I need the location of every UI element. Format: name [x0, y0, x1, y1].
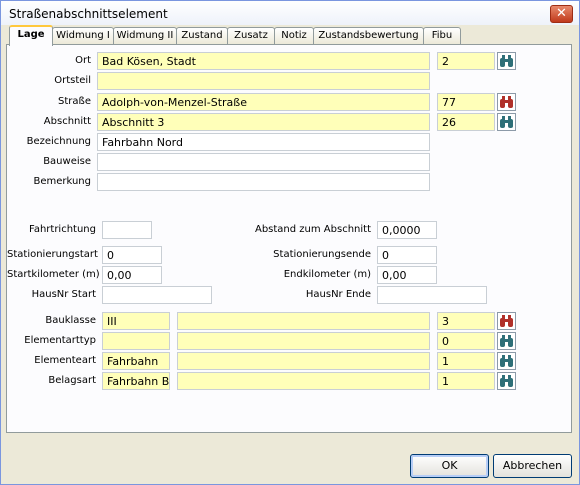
ortsteil-field[interactable] [97, 72, 430, 90]
bezeichnung-label: Bezeichnung [26, 136, 91, 147]
binoculars-red-icon [500, 96, 513, 108]
binoculars-icon [500, 116, 513, 128]
binoculars-icon [500, 55, 513, 67]
abstand-label: Abstand zum Abschnitt [254, 224, 371, 235]
bauklasse-lookup-button[interactable] [497, 312, 516, 330]
elementarttyp-text-field[interactable] [177, 332, 430, 350]
belagsart-code-field[interactable]: 1 [437, 372, 495, 390]
startkilometer-label: Startkilometer (m) [7, 269, 100, 280]
elementeart-label: Elementeart [34, 355, 96, 366]
hausnr-ende-field[interactable] [377, 286, 487, 304]
tab-lage[interactable]: Lage [9, 25, 53, 46]
fahrtrichtung-label: Fahrtrichtung [28, 224, 96, 235]
ort-code-field[interactable]: 2 [437, 52, 495, 70]
binoculars-icon [500, 335, 513, 347]
strasse-field[interactable]: Adolph-von-Menzel-Straße [97, 93, 430, 111]
tab-widmung-1[interactable]: Widmung I [52, 27, 114, 44]
ort-field[interactable]: Bad Kösen, Stadt [97, 52, 430, 70]
abschnitt-label: Abschnitt [43, 116, 91, 127]
bauklasse-field[interactable]: III [102, 312, 170, 330]
bezeichnung-field[interactable]: Fahrbahn Nord [97, 133, 430, 151]
tab-fibu[interactable]: Fibu [423, 27, 461, 44]
abschnitt-code-field[interactable]: 26 [437, 113, 495, 131]
bauklasse-code-field[interactable]: 3 [437, 312, 495, 330]
hausnr-start-label: HausNr Start [31, 289, 96, 300]
ortsteil-label: Ortsteil [54, 75, 91, 86]
hausnr-start-field[interactable] [102, 286, 212, 304]
bemerkung-field[interactable] [97, 173, 430, 191]
belagsart-field[interactable]: Fahrbahn Bet [102, 372, 170, 390]
endkilometer-field[interactable]: 0,00 [377, 266, 437, 284]
elementarttyp-field[interactable] [102, 332, 170, 350]
stationierungsende-label: Stationierungsende [273, 249, 371, 260]
bauweise-field[interactable] [97, 153, 430, 171]
belagsart-text-field[interactable] [177, 372, 430, 390]
tab-panel-lage: Ort Bad Kösen, Stadt 2 Ortsteil Straße A… [6, 44, 572, 398]
strasse-code-field[interactable]: 77 [437, 93, 495, 111]
window-title: Straßenabschnittselement [9, 7, 168, 21]
binoculars-icon [500, 355, 513, 367]
ok-button[interactable]: OK [410, 454, 489, 478]
stationierungstart-label: Stationierungstart [7, 249, 98, 260]
abschnitt-lookup-button[interactable] [497, 113, 516, 131]
tab-zustand[interactable]: Zustand [176, 27, 228, 44]
belagsart-label: Belagsart [48, 375, 96, 386]
elementarttyp-code-field[interactable]: 0 [437, 332, 495, 350]
elementeart-code-field[interactable]: 1 [437, 352, 495, 370]
endkilometer-label: Endkilometer (m) [283, 269, 371, 280]
abstand-field[interactable]: 0,0000 [377, 221, 437, 239]
elementeart-lookup-button[interactable] [497, 352, 516, 370]
tab-notiz[interactable]: Notiz [274, 27, 314, 44]
fahrtrichtung-field[interactable] [102, 221, 152, 239]
bauweise-label: Bauweise [43, 156, 91, 167]
bemerkung-label: Bemerkung [33, 176, 91, 187]
tab-panel-footer [6, 396, 572, 433]
startkilometer-field[interactable]: 0,00 [102, 266, 162, 284]
stationierungstart-field[interactable]: 0 [102, 246, 162, 264]
tab-widmung-2[interactable]: Widmung II [113, 27, 177, 44]
ort-label: Ort [75, 55, 91, 66]
cancel-button[interactable]: Abbrechen [493, 454, 572, 478]
binoculars-icon [500, 375, 513, 387]
abschnitt-field[interactable]: Abschnitt 3 [97, 113, 430, 131]
title-bar: Straßenabschnittselement ✕ [1, 1, 579, 25]
bauklasse-label: Bauklasse [45, 315, 96, 326]
belagsart-lookup-button[interactable] [497, 372, 516, 390]
strasse-label: Straße [58, 96, 91, 107]
close-icon: ✕ [556, 6, 567, 21]
strasse-lookup-button[interactable] [497, 93, 516, 111]
ort-lookup-button[interactable] [497, 52, 516, 70]
elementeart-field[interactable]: Fahrbahn [102, 352, 170, 370]
close-button[interactable]: ✕ [550, 5, 573, 23]
elementarttyp-label: Elementarttyp [24, 335, 96, 346]
binoculars-red-icon [500, 315, 513, 327]
elementarttyp-lookup-button[interactable] [497, 332, 516, 350]
elementeart-text-field[interactable] [177, 352, 430, 370]
tab-zustandsbewertung[interactable]: Zustandsbewertung [313, 27, 424, 44]
bauklasse-text-field[interactable] [177, 312, 430, 330]
hausnr-ende-label: HausNr Ende [305, 289, 371, 300]
dialog-window: Straßenabschnittselement ✕ Lage Widmung … [0, 0, 580, 485]
stationierungsende-field[interactable]: 0 [377, 246, 437, 264]
tab-zusatz[interactable]: Zusatz [227, 27, 275, 44]
